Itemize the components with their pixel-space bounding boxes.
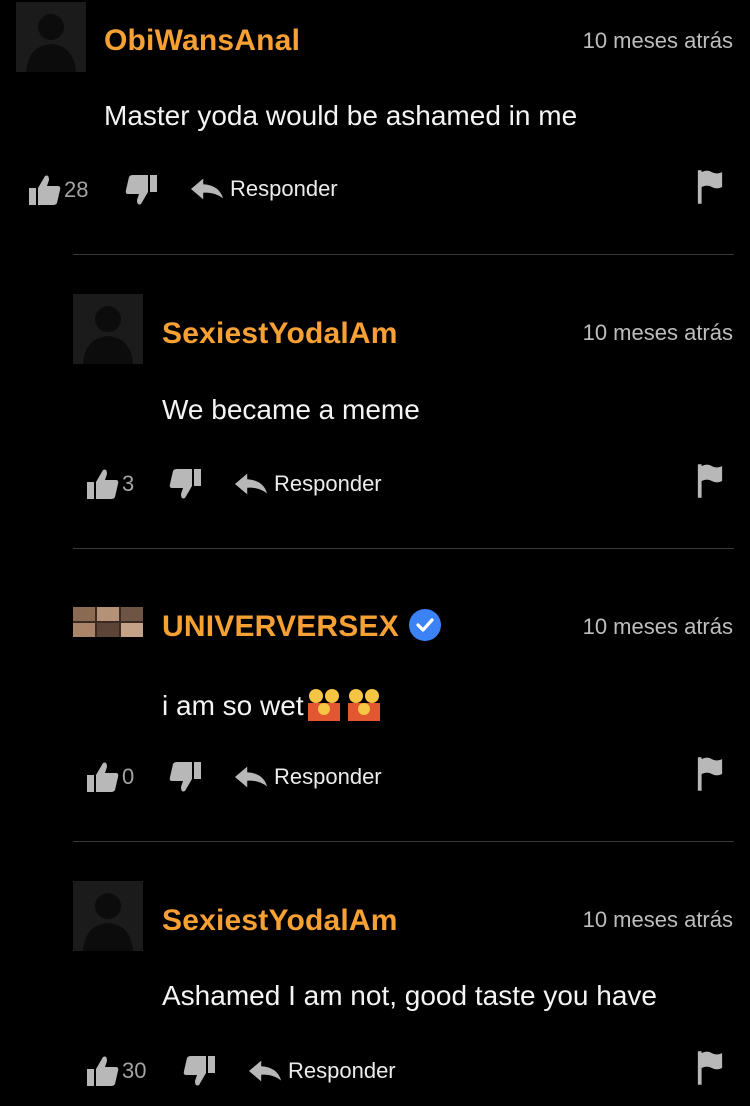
- verified-badge-icon: [408, 609, 441, 642]
- reply-button[interactable]: Responder: [234, 471, 382, 497]
- reply-label: Responder: [230, 176, 338, 201]
- like-count: 28: [64, 177, 89, 202]
- avatar[interactable]: [73, 294, 143, 364]
- avatar[interactable]: [73, 607, 143, 637]
- comment-time: 10 meses atrás: [582, 614, 733, 639]
- divider: [73, 548, 734, 549]
- default-avatar-icon: [73, 294, 143, 364]
- like-count: 0: [122, 764, 135, 789]
- dislike-button[interactable]: [168, 759, 204, 795]
- dislike-button[interactable]: [168, 466, 204, 502]
- flag-icon: [696, 1049, 724, 1087]
- like-button[interactable]: 30: [84, 1053, 146, 1089]
- comment-username[interactable]: SexiestYodalAm: [162, 317, 398, 351]
- comment-time: 10 meses atrás: [582, 320, 733, 345]
- comment-reply: UNIVERVERSEX 10 meses atrás i am so wet …: [0, 587, 750, 837]
- reply-arrow-icon: [248, 1059, 282, 1083]
- default-avatar-icon: [73, 881, 143, 951]
- comment-text: Master yoda would be ashamed in me: [104, 100, 578, 131]
- reply-arrow-icon: [190, 177, 224, 201]
- divider: [73, 841, 734, 842]
- thumbs-down-icon: [168, 466, 204, 502]
- thumbs-up-icon: [84, 1053, 120, 1089]
- comment-username[interactable]: SexiestYodalAm: [162, 904, 398, 938]
- avatar[interactable]: [73, 881, 143, 951]
- like-button[interactable]: 3: [84, 466, 134, 502]
- comment-username[interactable]: ObiWansAnal: [104, 24, 300, 58]
- reply-button[interactable]: Responder: [190, 176, 338, 202]
- comment-username[interactable]: UNIVERVERSEX: [162, 609, 441, 644]
- comment-reply: SexiestYodalAm 10 meses atrás We became …: [0, 294, 750, 544]
- reply-label: Responder: [274, 471, 382, 496]
- dislike-button[interactable]: [182, 1053, 218, 1089]
- default-avatar-icon: [16, 2, 86, 72]
- thumbs-down-icon: [168, 759, 204, 795]
- reply-label: Responder: [274, 764, 382, 789]
- flag-icon: [696, 168, 724, 206]
- like-count: 3: [122, 471, 135, 496]
- comment-username-text: UNIVERVERSEX: [162, 610, 399, 643]
- reply-button[interactable]: Responder: [234, 764, 382, 790]
- flag-icon: [696, 755, 724, 793]
- comment-text: We became a meme: [162, 394, 420, 425]
- comment-time: 10 meses atrás: [582, 28, 733, 53]
- like-button[interactable]: 28: [26, 172, 88, 208]
- flag-icon: [696, 462, 724, 500]
- comment-text-row: i am so wet: [162, 685, 384, 730]
- report-flag-button[interactable]: [696, 755, 724, 798]
- family-emoji-icon: [306, 685, 384, 730]
- reply-arrow-icon: [234, 472, 268, 496]
- divider: [73, 254, 734, 255]
- like-button[interactable]: 0: [84, 759, 134, 795]
- thumbs-up-icon: [26, 172, 62, 208]
- reply-label: Responder: [288, 1058, 396, 1083]
- thumbnail-collage-icon: [73, 607, 143, 637]
- comment-time: 10 meses atrás: [582, 907, 733, 932]
- dislike-button[interactable]: [124, 172, 160, 208]
- report-flag-button[interactable]: [696, 1049, 724, 1092]
- comment: ObiWansAnal 10 meses atrás Master yoda w…: [0, 0, 750, 250]
- avatar[interactable]: [16, 2, 86, 72]
- report-flag-button[interactable]: [696, 462, 724, 505]
- report-flag-button[interactable]: [696, 168, 724, 211]
- comment-reply: SexiestYodalAm 10 meses atrás Ashamed I …: [0, 881, 750, 1106]
- comment-text: Ashamed I am not, good taste you have: [162, 980, 657, 1011]
- thumbs-down-icon: [124, 172, 160, 208]
- reply-button[interactable]: Responder: [248, 1058, 396, 1084]
- reply-arrow-icon: [234, 765, 268, 789]
- like-count: 30: [122, 1058, 147, 1083]
- thumbs-up-icon: [84, 466, 120, 502]
- thumbs-down-icon: [182, 1053, 218, 1089]
- thumbs-up-icon: [84, 759, 120, 795]
- comment-text: i am so wet: [162, 689, 304, 721]
